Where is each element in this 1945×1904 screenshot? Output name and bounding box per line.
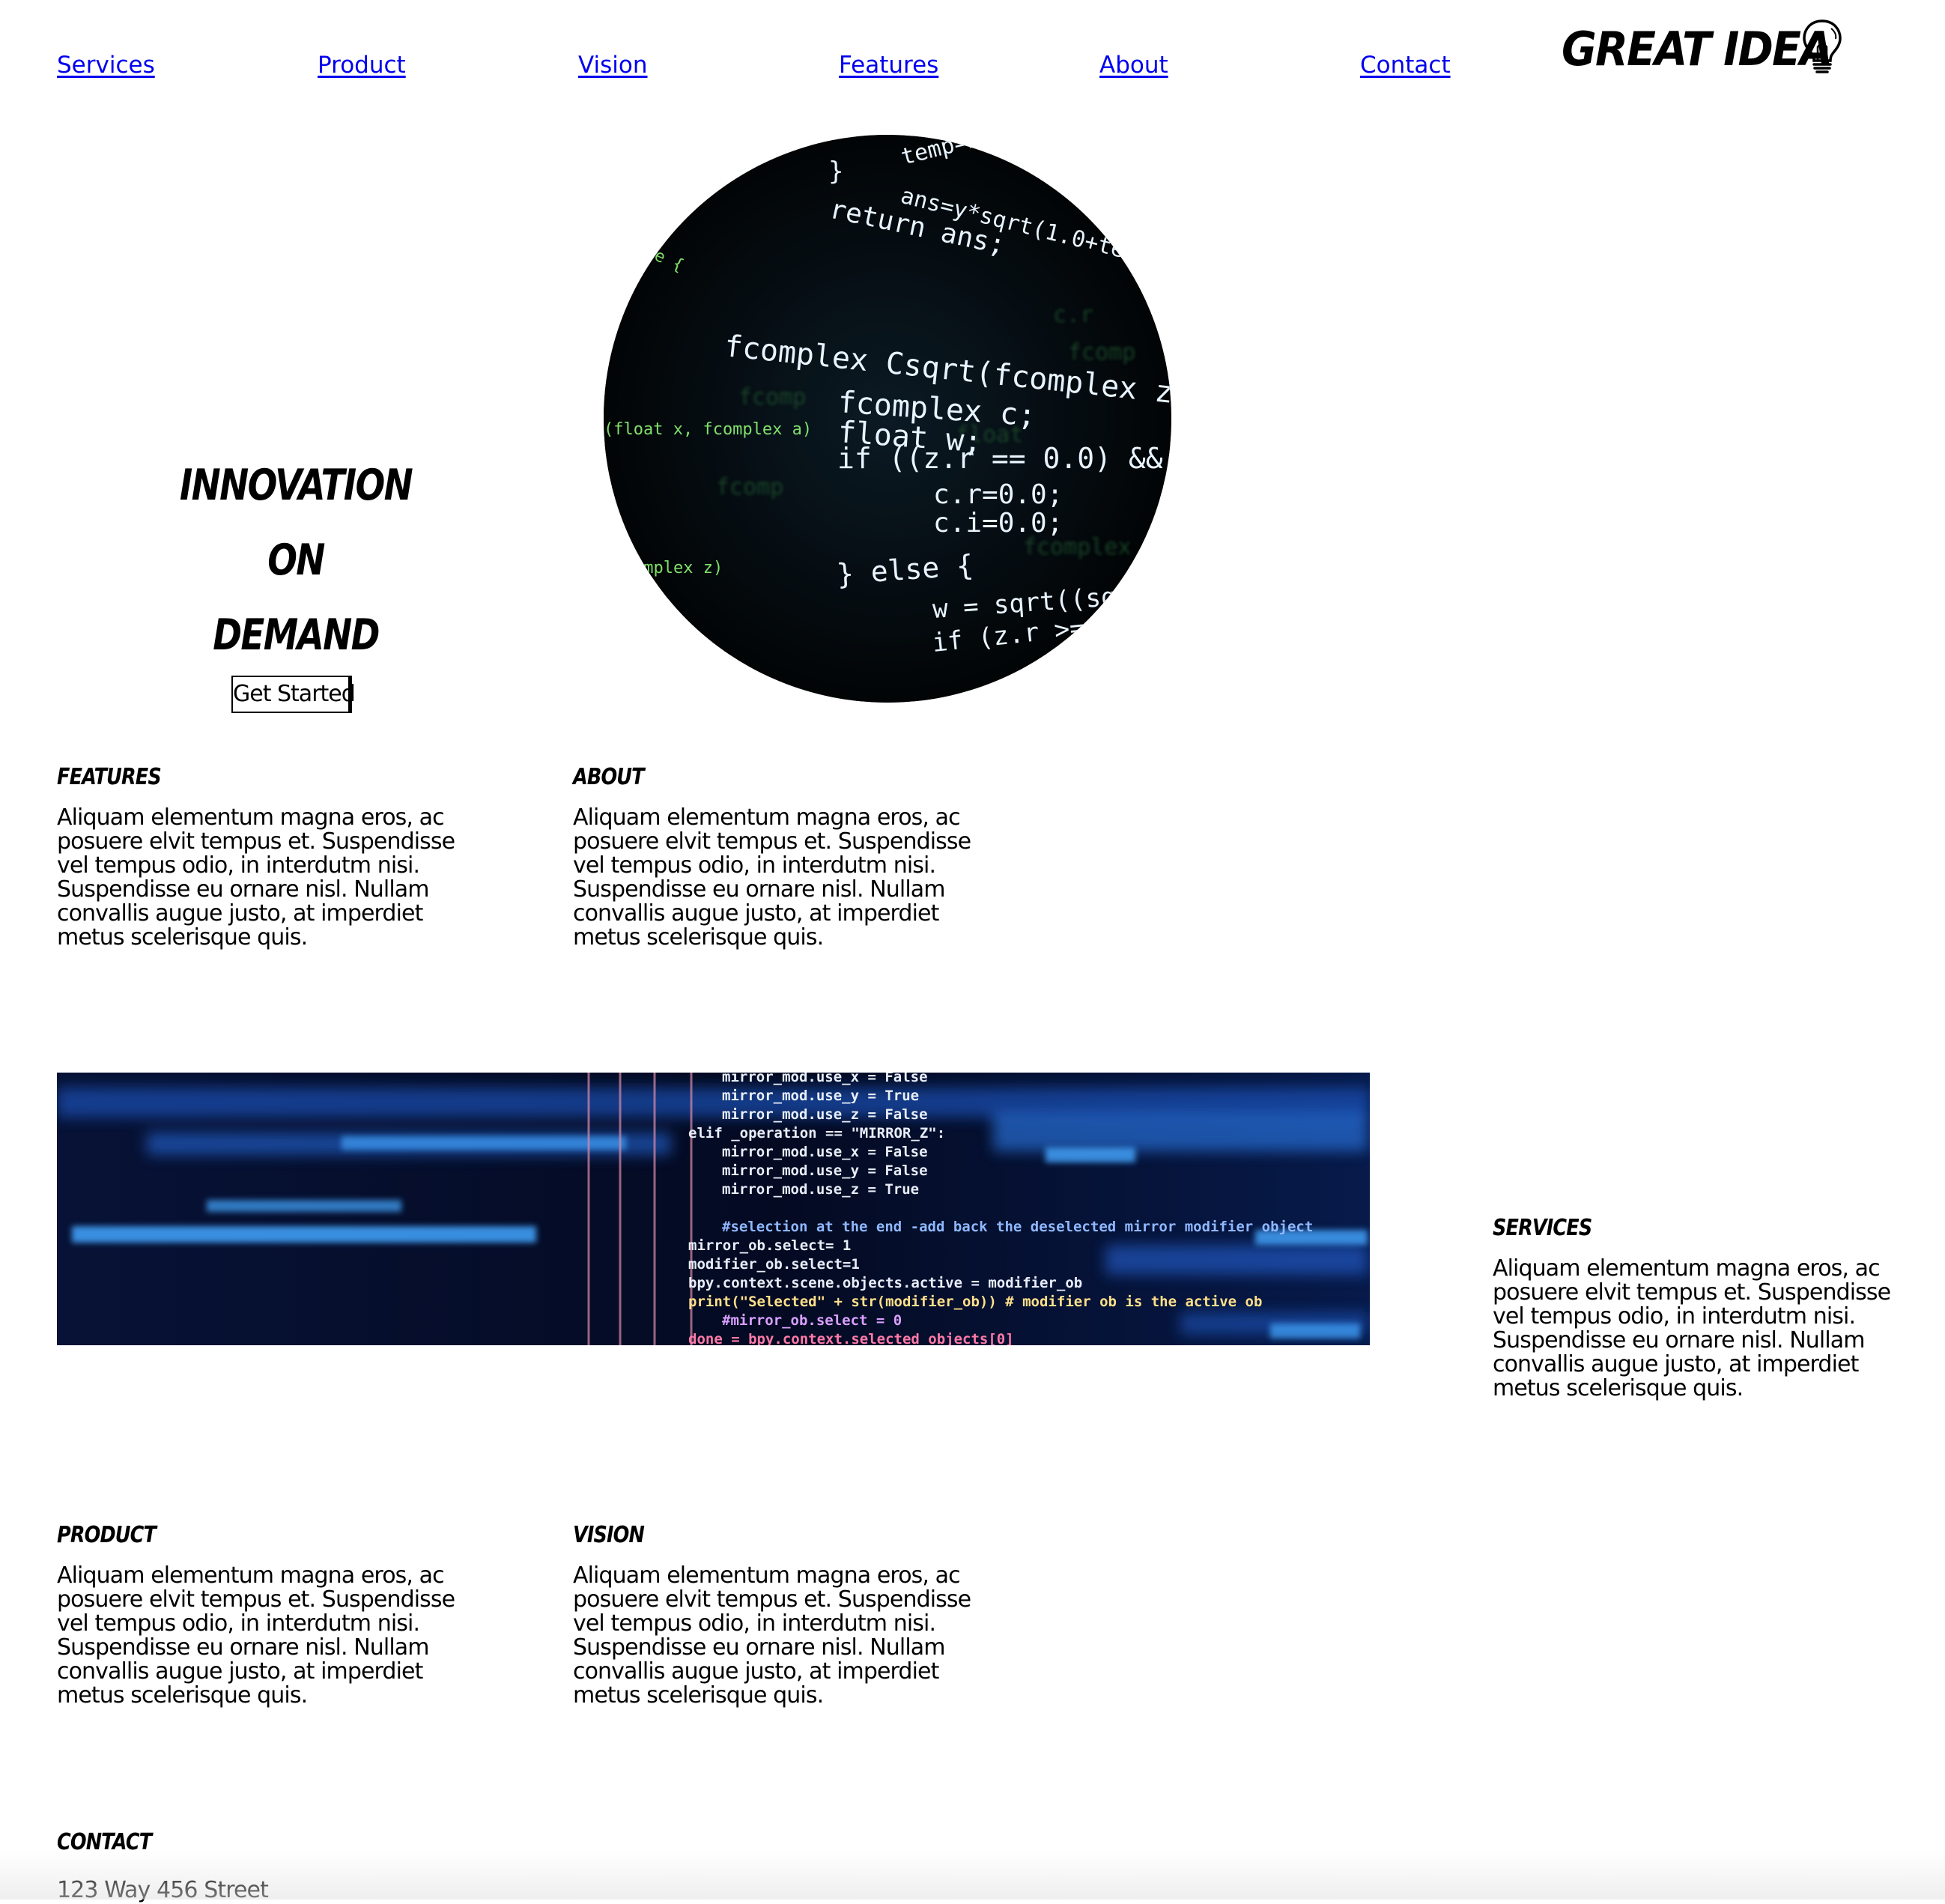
hero-code-line: c.r=0.0; [933, 479, 1063, 510]
hero-code-line: c.i=0.0; [933, 508, 1063, 539]
vision-body: Aliquam elementum magna eros, ac posuere… [573, 1562, 971, 1709]
nav-link-contact[interactable]: Contact [1360, 49, 1451, 81]
nav-link-about[interactable]: About [1099, 49, 1168, 81]
banner-code-svg: mirror_mod.use_x = False mirror_mod.use_y… [57, 1073, 1370, 1345]
banner-code-line: mirror_mod.use_y = True [722, 1088, 919, 1104]
banner-code-line: modifier_ob.select=1 [688, 1256, 860, 1273]
services-title: SERVICES [1493, 1215, 1592, 1241]
svg-text:fcomp: fcomp [716, 474, 783, 500]
banner-code-line: elif _operation == "MIRROR_Z": [688, 1125, 945, 1142]
hero-heading-line-1: INNOVATION [179, 461, 413, 510]
hero-code-svg: fcomp float fcomplex fcomp fcomp c.r tem… [604, 135, 1171, 703]
banner-code-line: #selection at the end -add back the dese… [722, 1219, 1313, 1235]
banner-code-image: mirror_mod.use_x = False mirror_mod.use_y… [57, 1073, 1370, 1345]
services-section: SERVICES Aliquam elementum magna eros, a… [1493, 1213, 1897, 1401]
nav-link-vision[interactable]: Vision [578, 49, 648, 81]
hero-heading-line-3: DEMAND [213, 610, 380, 660]
logo-text: GREAT IDEA [1562, 21, 1833, 76]
nav-link-features[interactable]: Features [839, 49, 938, 81]
lightbulb-icon [1801, 18, 1843, 78]
about-title: ABOUT [573, 764, 645, 790]
banner-code-line: bpy.context.scene.objects.active = modif… [688, 1275, 1082, 1291]
banner-code-line: mirror_mod.use_y = False [722, 1162, 928, 1179]
svg-text:c.r: c.r [1053, 302, 1093, 328]
vision-section: VISION Aliquam elementum magna eros, ac … [573, 1521, 977, 1708]
about-body: Aliquam elementum magna eros, ac posuere… [573, 804, 971, 951]
nav-link-product[interactable]: Product [318, 49, 406, 81]
banner-code-line: #mirror_ob.select = 0 [722, 1312, 902, 1329]
nav-link-services[interactable]: Services [57, 49, 155, 81]
banner-code-line: mirror_mod.use_z = True [722, 1181, 919, 1198]
features-body: Aliquam elementum magna eros, ac posuere… [57, 804, 455, 951]
features-section: FEATURES Aliquam elementum magna eros, a… [57, 762, 461, 950]
product-body: Aliquam elementum magna eros, ac posuere… [57, 1562, 455, 1709]
hero-heading-line-2: ON [267, 536, 325, 585]
hero-code-line: omplex z) [634, 559, 723, 577]
hero-code-line: if ((z.r == 0.0) && (z.i == 0.0)) { [837, 442, 1171, 475]
features-title: FEATURES [57, 764, 162, 790]
hero-code-line: (float x, fcomplex a) [604, 420, 812, 439]
logo[interactable]: GREAT IDEA [1562, 15, 1842, 82]
about-section: ABOUT Aliquam elementum magna eros, ac p… [573, 762, 977, 950]
hero-heading: INNOVATION ON DEMAND [150, 448, 442, 673]
contact-address: 123 Way 456 Street [57, 1877, 269, 1903]
svg-text:fcomp: fcomp [1068, 339, 1135, 366]
banner-code-line: done = bpy.context.selected_objects[0] [688, 1331, 1014, 1345]
svg-text:fcomp: fcomp [738, 384, 806, 410]
get-started-button[interactable]: Get Started [231, 676, 356, 713]
product-title: PRODUCT [57, 1522, 157, 1548]
hero-code-line: } [828, 157, 843, 187]
contact-section: CONTACT 123 Way 456 Street [57, 1828, 461, 1904]
hero-code-image: fcomp float fcomplex fcomp fcomp c.r tem… [604, 135, 1171, 703]
banner-code-line: mirror_ob.select= 1 [688, 1237, 851, 1254]
banner-code-line: mirror_mod.use_x = False [722, 1073, 928, 1085]
vision-title: VISION [573, 1522, 645, 1548]
banner-code-line: print("Selected" + str(modifier_ob)) # m… [688, 1294, 1262, 1310]
contact-title: CONTACT [57, 1829, 152, 1855]
banner-code-line: mirror_mod.use_z = False [722, 1106, 928, 1123]
services-body: Aliquam elementum magna eros, ac posuere… [1493, 1255, 1891, 1401]
banner-code-line: mirror_mod.use_x = False [722, 1144, 928, 1160]
product-section: PRODUCT Aliquam elementum magna eros, ac… [57, 1521, 461, 1708]
